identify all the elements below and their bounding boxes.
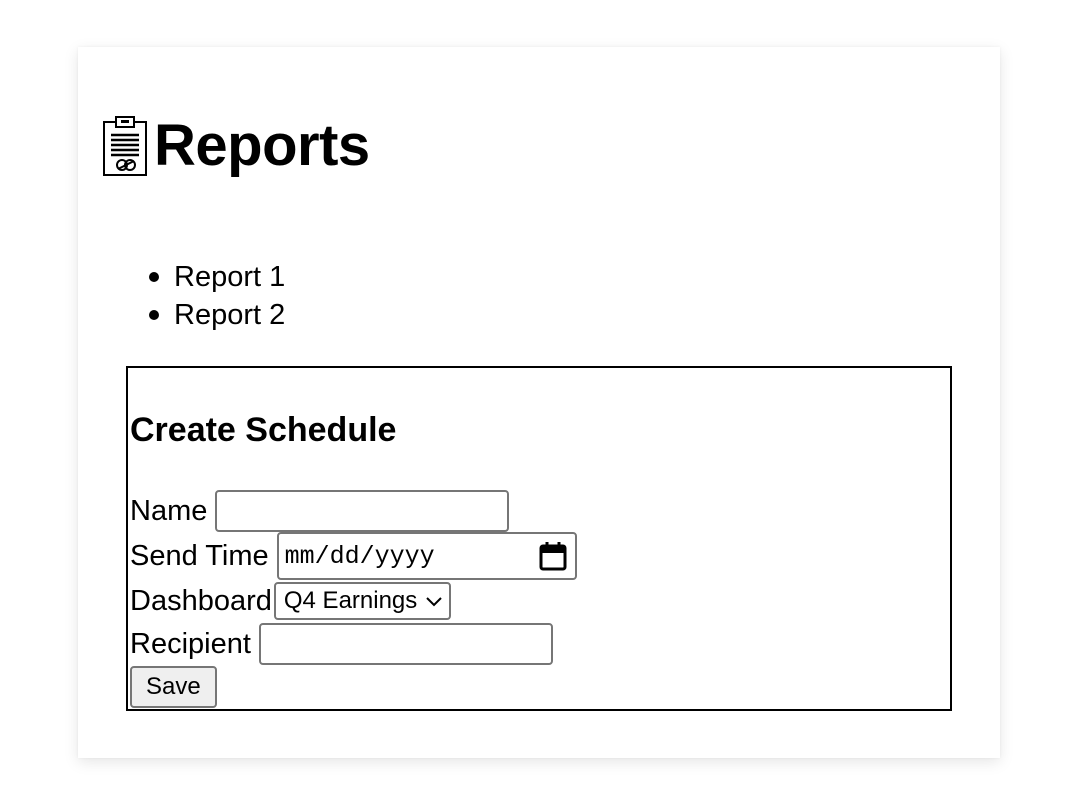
send-time-row: Send Time mm/dd/yyyy [130, 532, 577, 580]
list-item[interactable]: Report 1 [148, 258, 285, 296]
dashboard-row: Dashboard Q4 Earnings [130, 582, 452, 620]
dashboard-select[interactable]: Q4 Earnings [273, 582, 452, 620]
report-list: Report 1 Report 2 [148, 258, 285, 334]
name-label: Name [130, 495, 208, 527]
list-item[interactable]: Report 2 [148, 296, 285, 334]
name-row: Name [130, 490, 510, 532]
create-schedule-form: Create Schedule Name Send Time mm/dd/yyy… [126, 366, 952, 711]
dashboard-label: Dashboard [130, 585, 272, 617]
send-time-date-input[interactable]: mm/dd/yyyy [276, 532, 577, 580]
save-button[interactable]: Save [130, 666, 217, 708]
recipient-label: Recipient [130, 628, 251, 660]
clipboard-icon [103, 116, 147, 176]
recipient-row: Recipient [130, 623, 553, 665]
save-row: Save [130, 666, 217, 708]
send-time-label: Send Time [130, 540, 269, 572]
name-field[interactable] [215, 490, 510, 532]
dashboard-selected-value: Q4 Earnings [283, 587, 418, 614]
chevron-down-icon [426, 597, 442, 607]
page-title: Reports [154, 113, 370, 178]
page-header: Reports [102, 115, 370, 177]
form-title: Create Schedule [130, 411, 397, 449]
reports-card: Reports Report 1 Report 2 Create Schedul… [78, 47, 1000, 758]
calendar-icon[interactable] [539, 541, 567, 571]
recipient-field[interactable] [258, 623, 553, 665]
date-placeholder: mm/dd/yyyy [284, 541, 435, 571]
